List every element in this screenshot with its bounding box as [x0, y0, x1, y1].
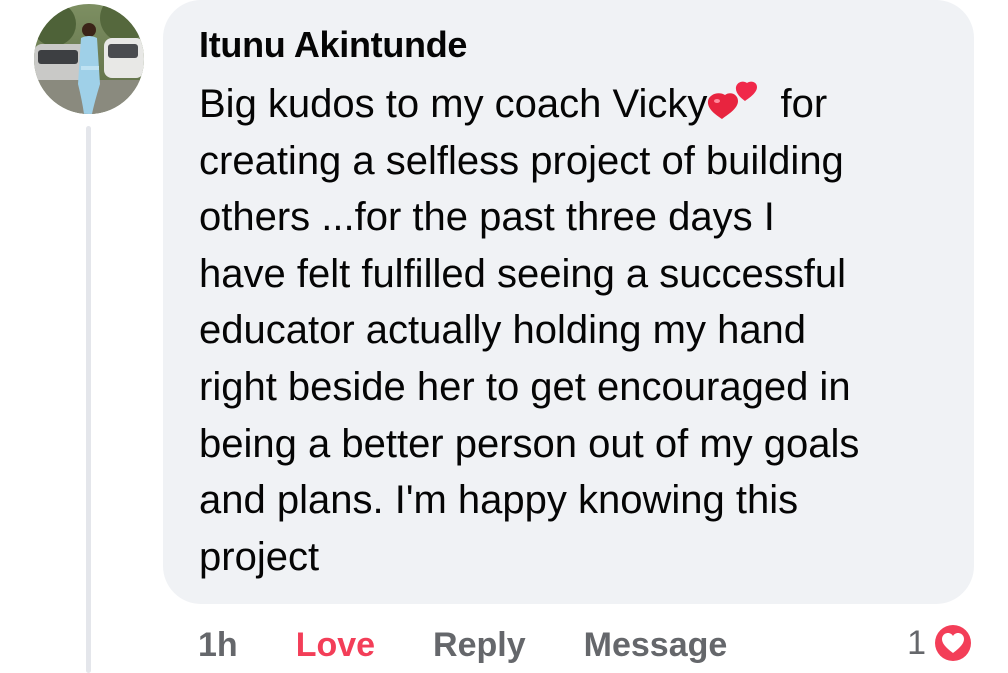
comment-line: being a better person out of my goals [199, 421, 860, 466]
two-hearts-icon [707, 80, 765, 120]
comment-author[interactable]: Itunu Akintunde [199, 22, 948, 68]
comment-bubble[interactable]: Itunu Akintunde Big kudos to my coach Vi… [163, 0, 974, 604]
comment-actions: 1h Love Reply Message [198, 622, 727, 668]
thread-line [86, 126, 91, 673]
comment-text: Big kudos to my coach Vicky for creating… [199, 76, 948, 585]
comment-line: others ...for the past three days I [199, 195, 775, 240]
comment-line: right beside her to get encouraged in [199, 364, 851, 409]
comment-thread: Itunu Akintunde Big kudos to my coach Vi… [0, 0, 1008, 673]
reaction-summary[interactable]: 1 [907, 620, 974, 666]
avatar[interactable] [34, 4, 144, 114]
comment-line: have felt fulfilled seeing a successful [199, 251, 847, 296]
love-button[interactable]: Love [296, 626, 375, 665]
reaction-count: 1 [907, 623, 926, 662]
comment-line: creating a selfless project of building [199, 138, 844, 183]
comment-line: educator actually holding my hand [199, 308, 807, 353]
message-button[interactable]: Message [584, 626, 728, 665]
comment-line: and plans. I'm happy knowing this [199, 478, 799, 523]
comment-timestamp[interactable]: 1h [198, 626, 238, 665]
love-reaction-icon [933, 623, 973, 663]
avatar-photo [34, 4, 144, 114]
reply-button[interactable]: Reply [433, 626, 526, 665]
comment-line: Big kudos to my coach Vicky for [199, 80, 828, 126]
comment-line: project [199, 534, 320, 579]
